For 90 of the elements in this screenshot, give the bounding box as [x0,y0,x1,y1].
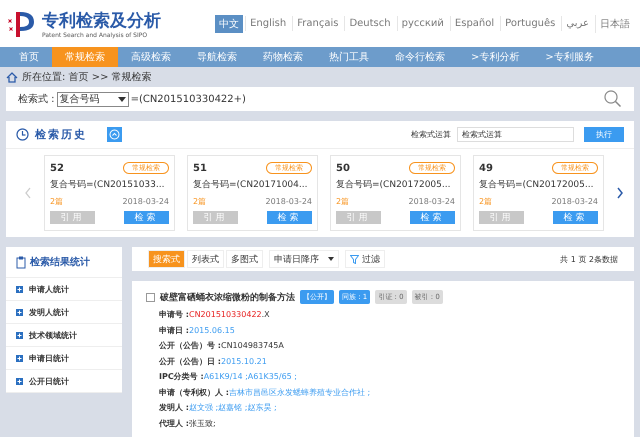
nav-tab[interactable]: 热门工具 [316,47,382,67]
nav-tab[interactable]: >专利分析 [458,47,532,67]
field-label: 公开（公告）号 : [159,340,221,352]
field-value: CN201510330422.X [188,310,270,320]
history-query: 复合号码=(CN20171004... [193,178,308,192]
result-count: 2篇 [336,196,350,207]
page-summary: 共 1 页 2条数据 [560,254,618,264]
language-link[interactable]: русский [396,16,448,31]
field-value: 张玉致; [188,418,216,429]
stats-item[interactable]: 公开日统计 [6,370,122,393]
view-tab[interactable]: 列表式 [187,250,224,268]
search-label: 检索式 : [18,92,55,106]
history-number: 51 [193,162,207,174]
field-label: 公开（公告）日 : [159,356,221,367]
stats-title: 检索结果统计 [30,256,90,269]
nav-tab[interactable]: 首页 [6,47,52,67]
funnel-icon [350,254,359,264]
stats-item[interactable]: 发明人统计 [6,301,122,324]
field-value: 赵文强 ;赵嘉铭 ;赵东昊 ; [188,402,277,414]
language-link[interactable]: Deutsch [344,16,395,31]
stats-item[interactable]: 技术领域统计 [6,324,122,347]
field-value: A61K9/14 ;A61K35/65 ; [204,372,297,382]
plus-square-icon [16,286,23,292]
language-link[interactable]: 日本語 [595,14,634,32]
field-label: 申请（专利权）人 : [159,386,229,398]
result-count: 2篇 [479,196,492,207]
collapse-button[interactable] [107,127,122,142]
language-link[interactable]: English [245,16,290,31]
clock-icon [16,128,29,141]
field-label: 代理人 : [159,418,189,429]
nav-tab[interactable]: 高级检索 [118,47,184,67]
view-tab[interactable]: 搜索式 [148,250,185,268]
sort-dropdown[interactable]: 申请日降序 [269,250,339,268]
plus-square-icon [16,308,23,316]
result-count: 2篇 [50,196,64,207]
result-count: 2篇 [193,196,206,207]
breadcrumb: 所在位置: 首页 >> 常规检索 [22,70,152,84]
search-button[interactable]: 检索 [124,211,169,224]
language-link[interactable]: Español [450,16,498,31]
search-button[interactable]: 检索 [267,211,312,224]
run-button[interactable]: 执行 [584,127,624,142]
field-label: 申请号 : [159,309,189,320]
result-title[interactable]: 破壁富硒蛹衣浓缩微粉的制备方法 [160,290,295,304]
nav-tab[interactable]: 命令行检索 [382,47,458,67]
search-icon[interactable] [604,90,622,108]
operation-field[interactable]: 检索式运算 [457,127,574,142]
caret-icon [118,96,126,102]
history-title: 检索历史 [35,127,87,142]
history-number: 50 [336,162,350,174]
history-query: 复合号码=(CN20172005... [336,178,450,192]
history-date: 2018-03-24 [552,197,598,206]
search-query: =(CN201510330422+) [130,94,246,104]
language-link[interactable]: Français [292,16,342,31]
search-button[interactable]: 检索 [410,211,455,224]
nav-tab[interactable]: >专利服务 [532,47,607,67]
nav-tab[interactable]: 药物检索 [250,47,316,67]
language-link[interactable]: عربي [561,16,593,31]
history-date: 2018-03-24 [266,197,312,206]
field-value: 2015.06.15 [188,326,235,335]
field-select[interactable]: 复合号码 [56,92,129,106]
field-label: 申请日 : [159,324,189,336]
history-query: 复合号码=(CN20172005... [479,178,594,192]
nav-tab[interactable]: 导航检索 [184,47,250,67]
operation-label: 检索式运算 [411,129,451,140]
field-value: CN104983745A [220,341,284,350]
field-value: 2015.10.21 [220,356,267,366]
language-link[interactable]: Português [500,16,560,31]
caret-icon [328,257,334,261]
home-icon [6,72,18,82]
history-date: 2018-03-24 [122,197,169,206]
view-tab[interactable]: 多图式 [226,250,263,268]
plus-square-icon [16,354,23,362]
checkbox[interactable] [146,292,155,302]
plus-square-icon [16,332,23,338]
filter-button[interactable]: 过滤 [345,250,385,268]
field-value: 吉林市昌邑区永发蟋蟀养殖专业合作社 ; [228,386,370,398]
clipboard-icon [16,256,26,268]
history-date: 2018-03-24 [408,197,455,206]
history-number: 52 [50,162,64,174]
history-number: 49 [479,162,493,174]
field-label: 发明人 : [159,402,189,414]
plus-square-icon [16,378,23,384]
search-button[interactable]: 检索 [553,211,598,224]
language-link[interactable]: 中文 [215,14,244,32]
field-label: IPC分类号 : [159,371,204,382]
stats-item[interactable]: 申请人统计 [6,278,122,301]
site-title: 专利检索及分析 [42,10,161,32]
nav-tab[interactable]: 常规检索 [52,47,118,67]
history-query: 复合号码=(CN20151033... [50,178,164,192]
stats-item[interactable]: 申请日统计 [6,347,122,370]
